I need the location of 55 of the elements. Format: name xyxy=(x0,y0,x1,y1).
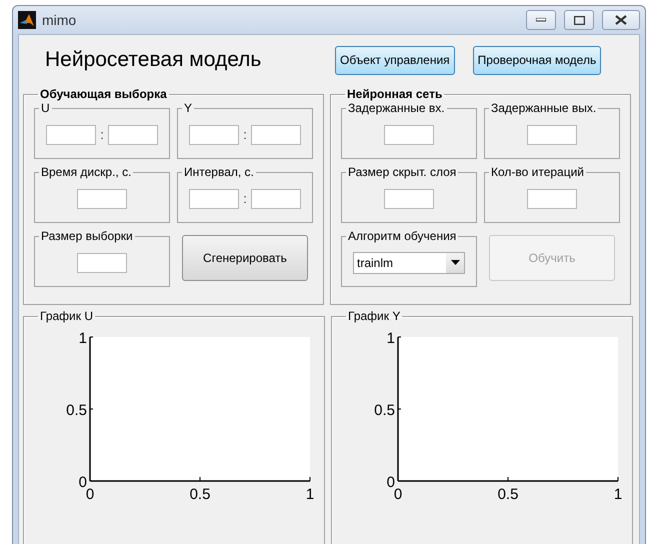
minimize-button[interactable] xyxy=(526,10,556,30)
nav-button[interactable]: Объект управления xyxy=(335,46,455,74)
group-title: Задержанные вых. xyxy=(490,101,598,115)
tick-label: 0 xyxy=(386,474,395,491)
group-title: Размер скрыт. слоя xyxy=(347,165,458,179)
close-icon xyxy=(615,15,627,25)
input-field[interactable] xyxy=(77,252,127,272)
range-separator: : xyxy=(100,127,104,142)
panel-title: Обучающая выборка xyxy=(39,87,168,101)
group-title: Задержанные вх. xyxy=(347,101,446,115)
input-field[interactable] xyxy=(527,188,577,208)
input-field[interactable] xyxy=(77,188,127,208)
close-button[interactable] xyxy=(602,10,640,30)
tick-label: 0 xyxy=(394,486,402,503)
group-title: U xyxy=(40,101,51,115)
app-title: Нейросетевая модель xyxy=(45,48,262,72)
tick-label: 1 xyxy=(614,486,622,503)
generate-button[interactable]: Сгенерировать xyxy=(182,235,308,281)
app-logo-icon xyxy=(18,11,36,29)
to-field[interactable] xyxy=(108,124,158,144)
panel-title: График U xyxy=(39,309,94,323)
group-title: Интервал, с. xyxy=(183,165,255,179)
input-field[interactable] xyxy=(384,124,434,144)
group-title: Алгоритм обучения xyxy=(347,229,458,243)
minimize-icon xyxy=(536,18,546,22)
group-title: Y xyxy=(183,101,194,115)
from-field[interactable] xyxy=(189,124,240,144)
tick-label: 1 xyxy=(78,330,87,347)
tick-label: 0.5 xyxy=(498,486,518,503)
from-field[interactable] xyxy=(189,188,240,208)
group-title: Время дискр., с. xyxy=(40,165,132,179)
maximize-button[interactable] xyxy=(564,10,594,30)
to-field[interactable] xyxy=(250,188,301,208)
algorithm-dropdown[interactable]: trainlm xyxy=(353,252,465,274)
tick-label: 0.5 xyxy=(66,402,87,419)
window-title: mimo xyxy=(42,12,78,28)
tick-label: 0 xyxy=(86,486,94,503)
maximize-icon xyxy=(574,16,584,24)
dropdown-arrow-icon xyxy=(450,260,460,265)
tick-label: 0.5 xyxy=(374,402,395,419)
range-separator: : xyxy=(243,127,247,142)
input-field[interactable] xyxy=(384,188,434,208)
input-field[interactable] xyxy=(527,124,577,144)
tick-label: 0 xyxy=(78,474,87,491)
tick-label: 1 xyxy=(386,330,395,347)
to-field[interactable] xyxy=(250,124,301,144)
tick-label: 0.5 xyxy=(190,486,210,503)
group-title: Кол-во итераций xyxy=(490,165,586,179)
panel-title: Нейронная сеть xyxy=(346,87,444,101)
range-separator: : xyxy=(243,191,247,206)
panel-title: График Y xyxy=(347,309,402,323)
tick-label: 1 xyxy=(306,486,314,503)
group-title: Размер выборки xyxy=(40,229,134,243)
from-field[interactable] xyxy=(46,124,96,144)
nav-button[interactable]: Проверочная модель xyxy=(472,46,602,74)
